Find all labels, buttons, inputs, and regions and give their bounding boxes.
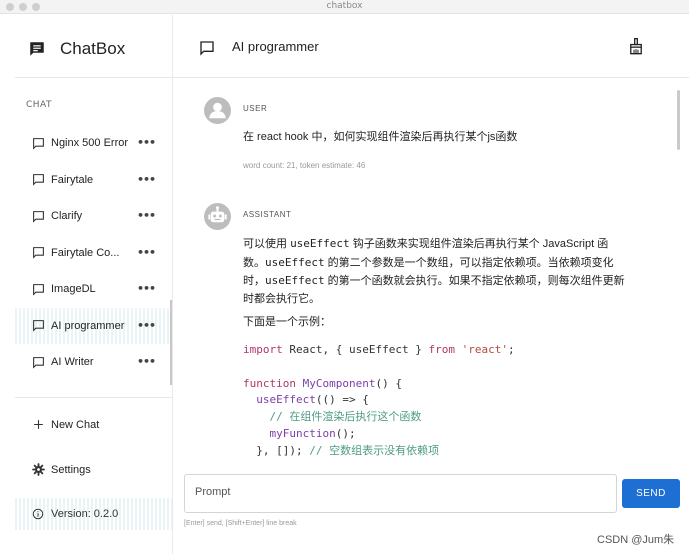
keyboard-hint: [Enter] send, [Shift+Enter] line break	[184, 520, 297, 527]
code-block: import React, { useEffect } from 'react'…	[243, 343, 515, 457]
chat-outline-icon	[33, 283, 44, 296]
sidebar-item-nginx-500-error[interactable]: Nginx 500 Error •••	[15, 125, 172, 162]
settings-label: Settings	[51, 463, 91, 476]
message-role: ASSISTANT	[243, 210, 292, 219]
message-list[interactable]: USER 在 react hook 中，如何实现组件渲染后再执行某个js函数 w…	[173, 78, 689, 468]
chat-outline-icon	[33, 320, 44, 332]
sidebar-item-ai-writer[interactable]: AI Writer •••	[15, 344, 172, 381]
chat-outline-icon	[33, 356, 44, 369]
message-scrollbar[interactable]	[677, 90, 680, 150]
sidebar-divider	[15, 77, 172, 78]
gear-icon	[32, 463, 45, 476]
chat-section-label: CHAT	[26, 100, 53, 110]
prompt-input[interactable]	[185, 475, 616, 512]
robot-icon	[208, 206, 227, 223]
user-avatar	[204, 97, 231, 124]
chat-outline-icon	[33, 210, 44, 223]
message-role: USER	[243, 104, 268, 113]
sidebar-divider	[15, 397, 172, 398]
user-message-text: 在 react hook 中，如何实现组件渲染后再执行某个js函数	[243, 131, 518, 143]
sidebar-item-ai-programmer[interactable]: AI programmer •••	[15, 307, 172, 344]
sidebar-item-label: AI programmer	[51, 319, 125, 332]
chat-outline-icon	[33, 137, 44, 150]
brand-name: ChatBox	[60, 39, 126, 58]
more-options-button[interactable]: •••	[137, 173, 156, 186]
sidebar-item-label: Fairytale Co...	[51, 246, 120, 259]
word-count: word count: 21, token estimate: 46	[243, 161, 366, 170]
sidebar-item-fairytale-co[interactable]: Fairytale Co... •••	[15, 235, 172, 272]
more-options-button[interactable]: •••	[137, 209, 156, 222]
new-chat-label: New Chat	[51, 418, 100, 431]
more-options-button[interactable]: •••	[137, 319, 156, 332]
more-options-button[interactable]: •••	[137, 136, 156, 149]
chat-outline-icon	[33, 247, 44, 259]
sidebar-item-imagedl[interactable]: ImageDL •••	[15, 271, 172, 308]
more-options-button[interactable]: •••	[137, 282, 156, 295]
assistant-paragraph: 可以使用 useEffect 钩子函数来实现组件渲染后再执行某个 JavaScr…	[243, 237, 625, 305]
new-chat-button[interactable]: New Chat	[32, 418, 99, 431]
chat-header: AI programmer	[173, 15, 689, 77]
sidebar-item-label: Clarify	[51, 210, 83, 223]
person-icon	[209, 102, 226, 119]
version-label: Version: 0.2.0	[51, 508, 119, 520]
page-title: AI programmer	[232, 39, 319, 54]
more-options-button[interactable]: •••	[137, 246, 156, 259]
watermark: CSDN @Jum朱	[597, 534, 675, 546]
chat-list: Nginx 500 Error ••• Fairytale ••• Clarif…	[15, 125, 172, 381]
sidebar: ChatBox CHAT Nginx 500 Error ••• Fairyta…	[0, 15, 172, 554]
chat-bubble-icon	[30, 42, 44, 56]
sidebar-item-fairytale[interactable]: Fairytale •••	[15, 162, 172, 199]
info-icon	[32, 508, 44, 520]
broom-icon[interactable]	[628, 38, 644, 55]
prompt-input-wrapper	[184, 474, 617, 513]
brand: ChatBox	[28, 39, 125, 59]
sidebar-item-label: ImageDL	[51, 283, 96, 296]
sidebar-item-label: AI Writer	[51, 356, 94, 369]
chat-outline-icon	[200, 41, 214, 56]
sidebar-item-clarify[interactable]: Clarify •••	[15, 198, 172, 235]
sidebar-item-label: Nginx 500 Error	[51, 137, 129, 150]
sidebar-item-label: Fairytale	[51, 173, 94, 186]
window-title: chatbox	[326, 1, 363, 11]
main-panel: AI programmer USER 在 react hook 中，如何实现组件…	[173, 15, 689, 554]
assistant-avatar	[204, 203, 231, 230]
more-options-button[interactable]: •••	[137, 355, 156, 368]
chat-outline-icon	[33, 174, 44, 186]
window-titlebar: chatbox	[0, 0, 689, 14]
plus-icon	[34, 420, 43, 429]
assistant-paragraph: 下面是一个示例：	[243, 316, 331, 328]
version-info: Version: 0.2.0	[15, 498, 172, 530]
send-button[interactable]: SEND	[622, 479, 680, 508]
settings-button[interactable]: Settings	[32, 463, 91, 476]
